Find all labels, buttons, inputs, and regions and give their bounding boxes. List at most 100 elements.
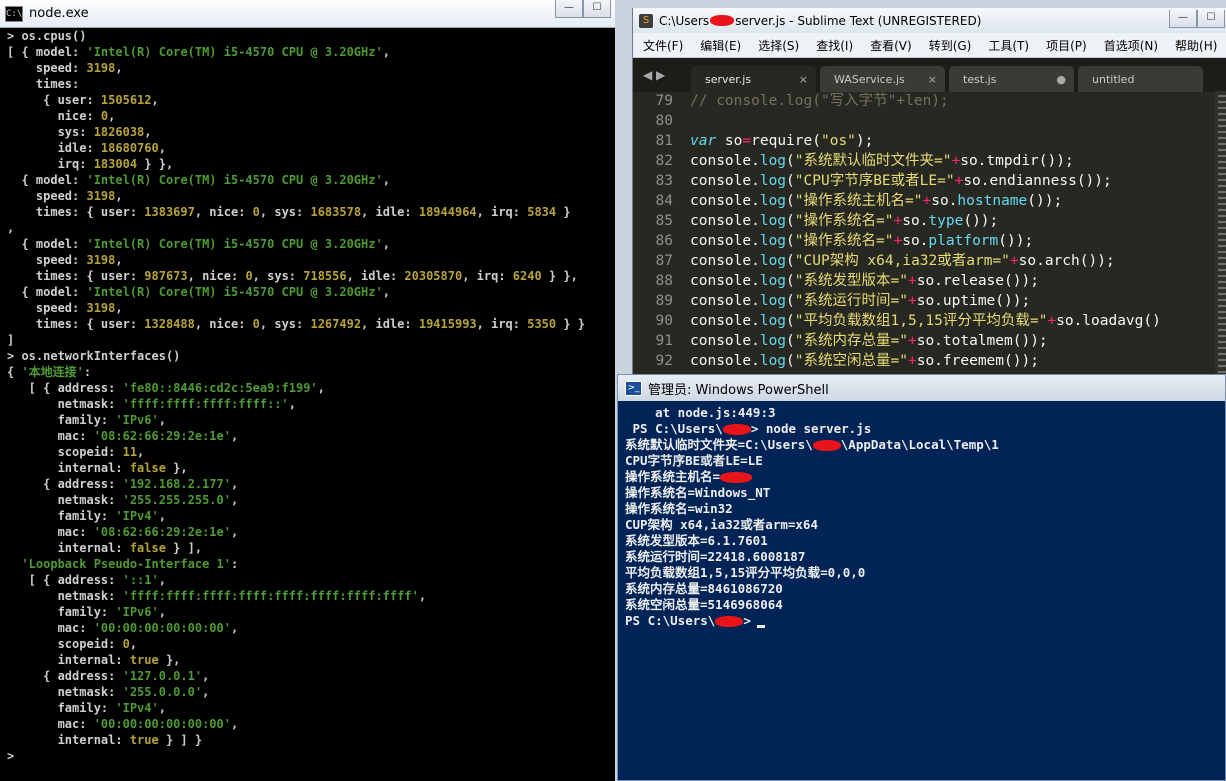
console-line: internal: true } ] }	[7, 732, 585, 748]
minimize-button[interactable]: —	[555, 0, 583, 18]
menu-item[interactable]: 帮助(H)	[1165, 37, 1224, 54]
console-line: speed: 3198,	[7, 188, 585, 204]
console-line: idle: 18680760,	[7, 140, 585, 156]
code-token: log	[759, 333, 787, 349]
editor-tab[interactable]: server.js ×	[691, 66, 816, 92]
console-line: { '本地连接':	[7, 364, 585, 380]
console-line: scopeid: 0,	[7, 636, 585, 652]
redacted-username	[715, 616, 744, 627]
console-token: 1683578	[310, 205, 362, 219]
code-token: // console.log("写入字节"+len);	[690, 93, 949, 109]
editor-tab[interactable]: untitled	[1078, 66, 1203, 92]
console-token: ,	[230, 493, 239, 507]
sublime-title-bar[interactable]: S C:\Users server.js - Sublime Text (UNR…	[633, 8, 1226, 33]
console-token: 'IPv4'	[115, 509, 159, 523]
code-token: log	[759, 353, 787, 369]
console-line: [ { address: '::1',	[7, 572, 585, 588]
console-token: speed:	[7, 61, 87, 75]
console-line: irq: 183004 } },	[7, 156, 585, 172]
menu-item[interactable]: 文件(F)	[633, 37, 690, 54]
line-number: 87	[655, 253, 673, 269]
powershell-title-bar[interactable]: >_ 管理员: Windows PowerShell	[618, 375, 1225, 401]
node-title-bar[interactable]: C:\ node.exe — ☐	[0, 0, 615, 28]
tab-label: test.js	[963, 72, 997, 86]
code-token: "操作系统名="	[794, 213, 894, 229]
console-token: 'Intel(R) Core(TM) i5-4570 CPU @ 3.20GHz…	[86, 285, 383, 299]
console-token: } },	[541, 269, 578, 283]
console-token: 0	[122, 637, 130, 651]
console-line: 'Loopback Pseudo-Interface 1':	[7, 556, 585, 572]
sublime-minimap[interactable]	[1215, 91, 1226, 388]
console-token: scopeid:	[7, 445, 123, 459]
sublime-maximize-button[interactable]: ☐	[1197, 10, 1225, 28]
menu-item[interactable]: 选择(S)	[748, 37, 806, 54]
menu-item[interactable]: 项目(P)	[1036, 37, 1094, 54]
powershell-text: at node.js:449:3	[625, 405, 776, 420]
code-token: );	[855, 133, 874, 149]
tab-scroll-arrows-icon[interactable]: ◀ ▶	[633, 68, 691, 82]
console-token: 3198	[86, 189, 116, 203]
console-token: 20305870	[404, 269, 463, 283]
powershell-text: 操作系统名=Windows_NT	[625, 485, 771, 500]
console-line: sys: 1826038,	[7, 124, 585, 140]
node-console-window[interactable]: C:\ node.exe — ☐ > os.cpus()[ { model: '…	[0, 0, 615, 781]
console-line: [ { model: 'Intel(R) Core(TM) i5-4570 CP…	[7, 44, 585, 60]
sublime-logo-icon: S	[639, 13, 653, 28]
menu-item[interactable]: 查看(V)	[860, 37, 919, 54]
maximize-button[interactable]: ☐	[583, 0, 611, 18]
sublime-title-prefix: C:\Users	[659, 13, 710, 28]
code-token: so.loadavg()	[1056, 313, 1161, 329]
code-token: (	[786, 313, 795, 329]
close-tab-icon[interactable]: ×	[928, 73, 937, 86]
code-token: "系统内存总量="	[794, 333, 908, 349]
console-token: true	[129, 653, 159, 667]
console-token: '192.168.2.177'	[122, 477, 231, 491]
code-token: (	[786, 213, 795, 229]
console-token: ,	[382, 45, 390, 59]
code-token: console.	[690, 273, 760, 289]
close-tab-icon[interactable]: ×	[799, 73, 808, 86]
console-line: > os.networkInterfaces()	[7, 348, 585, 364]
code-token: (	[786, 273, 795, 289]
code-token: ());	[998, 233, 1034, 249]
console-token: 'Loopback Pseudo-Interface 1'	[21, 557, 231, 571]
console-token: 'fe80::8446:cd2c:5ea9:f199'	[122, 381, 318, 395]
console-token: ,	[202, 685, 210, 699]
console-token: times: { user:	[7, 317, 145, 331]
code-token: +	[951, 153, 961, 169]
code-token: console.	[690, 233, 760, 249]
sublime-text-window[interactable]: S C:\Users server.js - Sublime Text (UNR…	[632, 8, 1226, 388]
powershell-window[interactable]: >_ 管理员: Windows PowerShell at node.js:44…	[617, 374, 1226, 781]
console-token: true	[129, 733, 159, 747]
code-token: log	[759, 213, 787, 229]
code-token: ());	[963, 213, 999, 229]
code-token: =	[742, 133, 752, 149]
sublime-minimize-button[interactable]: —	[1169, 10, 1197, 28]
code-token: so	[716, 133, 743, 149]
code-line: 81 var so=require("os");	[633, 131, 1226, 151]
code-token: (	[786, 333, 795, 349]
code-token: "平均负载数组1,5,15评分平均负载="	[794, 313, 1048, 329]
powershell-icon: >_	[625, 380, 642, 396]
console-token: 5350	[527, 317, 557, 331]
powershell-line: 操作系统主机名=	[625, 469, 999, 485]
console-token: family:	[7, 413, 116, 427]
code-line: 92 console.log("系统空闲总量="+so.freemem());	[633, 351, 1226, 371]
sublime-code-editor[interactable]: 79 // console.log("写入字节"+len); 80 81 var so=…	[633, 91, 1226, 388]
powershell-output[interactable]: at node.js:449:3 PS C:\Users\ > node serv…	[625, 405, 999, 629]
console-line: mac: '00:00:00:00:00:00',	[7, 620, 585, 636]
menu-item[interactable]: 编辑(E)	[690, 37, 748, 54]
menu-item[interactable]: 工具(T)	[978, 37, 1036, 54]
console-token: internal:	[7, 733, 130, 747]
editor-tab[interactable]: test.js ●	[949, 66, 1074, 92]
line-number: 85	[655, 213, 673, 229]
unsaved-dot-icon[interactable]: ●	[1056, 73, 1066, 86]
console-token: ,	[158, 573, 166, 587]
menu-item[interactable]: 查找(I)	[806, 37, 860, 54]
powershell-line: at node.js:449:3	[625, 405, 999, 421]
console-token: 5834	[527, 205, 557, 219]
editor-tab[interactable]: WAService.js ×	[820, 66, 945, 92]
menu-item[interactable]: 转到(G)	[919, 37, 979, 54]
menu-item[interactable]: 首选项(N)	[1094, 37, 1165, 54]
console-token: speed:	[7, 301, 87, 315]
